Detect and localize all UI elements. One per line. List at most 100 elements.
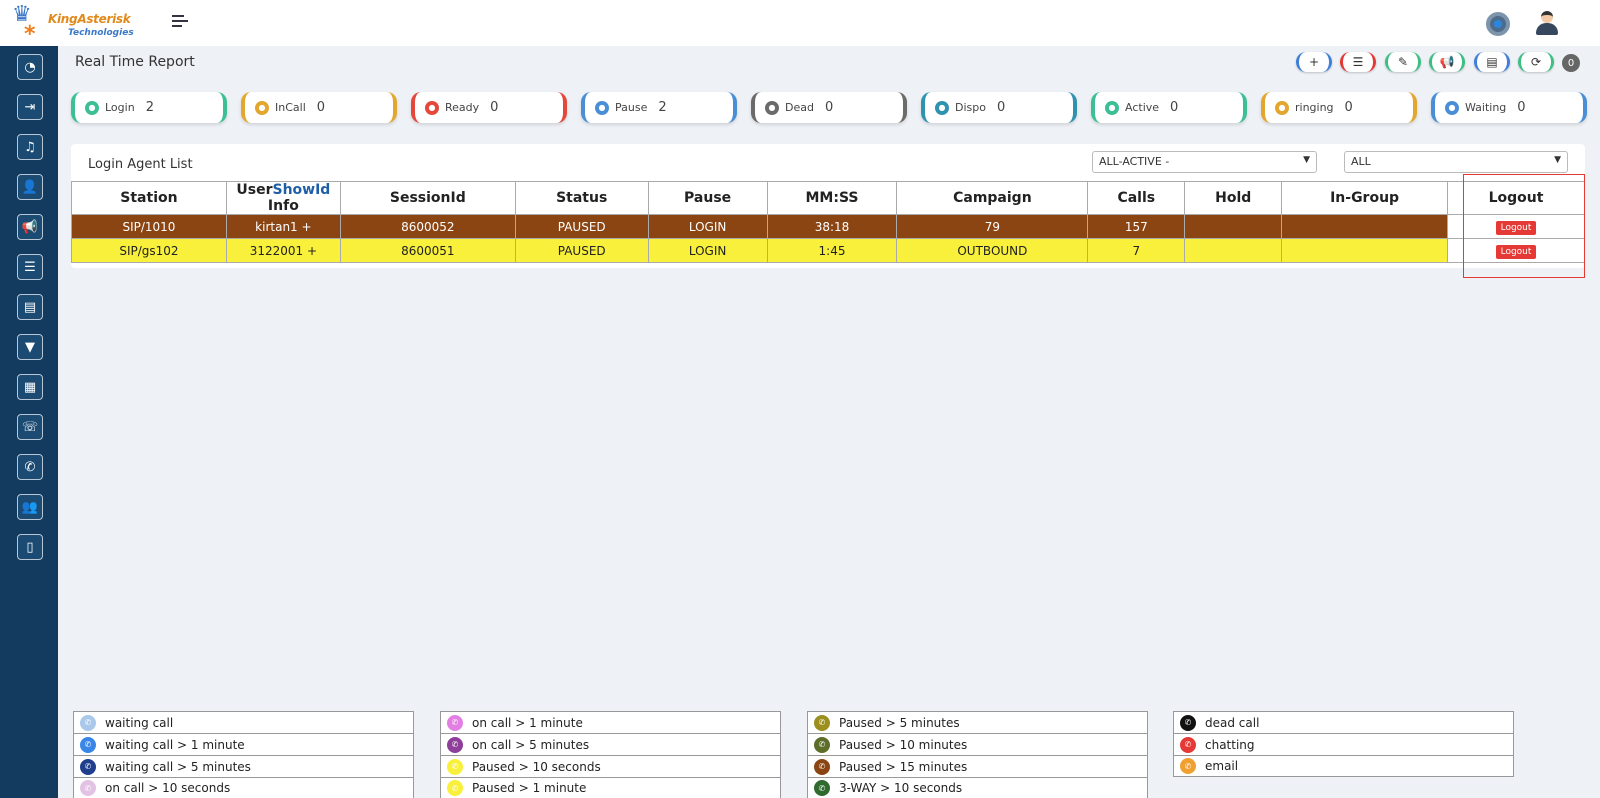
chevron-down-icon: ▼ <box>1303 155 1310 165</box>
refresh-button[interactable]: ⟳ <box>1518 52 1554 72</box>
menu-toggle-icon[interactable] <box>172 15 188 29</box>
stat-card-value: 2 <box>145 100 154 115</box>
col-hold[interactable]: Hold <box>1184 181 1283 215</box>
phone-settings-icon[interactable]: ☏ <box>17 414 43 440</box>
legend-status-icon: ✆ <box>447 736 463 753</box>
time-cell: 38:18 <box>766 214 898 239</box>
pause-cell: LOGIN <box>647 214 768 239</box>
col-calls[interactable]: Calls <box>1087 181 1186 215</box>
stat-card-ready[interactable]: ● Ready 0 <box>411 92 567 123</box>
hold-cell <box>1184 238 1283 263</box>
stat-card-label: Active <box>1125 101 1160 114</box>
add-button[interactable]: + <box>1296 52 1332 72</box>
phone-icon[interactable]: ✆ <box>17 454 43 480</box>
stat-card-dispo[interactable]: ● Dispo 0 <box>921 92 1077 123</box>
user-filter-value: ALL <box>1351 155 1371 168</box>
legend-column: ✆ dead call ✆ chatting ✆ email <box>1173 711 1514 777</box>
table-row[interactable]: SIP/1010 kirtan1 + 8600052 PAUSED LOGIN … <box>71 214 1585 239</box>
hold-cell <box>1184 214 1283 239</box>
stat-card-active[interactable]: ● Active 0 <box>1091 92 1247 123</box>
stat-card-login[interactable]: ● Login 2 <box>71 92 227 123</box>
dashboard-gauge-icon[interactable]: ◔ <box>17 54 43 80</box>
edit-button[interactable]: ✎ <box>1385 52 1421 72</box>
table-row[interactable]: SIP/gs102 3122001 + 8600051 PAUSED LOGIN… <box>71 238 1585 263</box>
table-header-row: Station UserShowId Info SessionId Status… <box>71 181 1585 215</box>
legend-label: waiting call > 1 minute <box>105 737 245 752</box>
legend-status-icon: ✆ <box>1180 714 1196 731</box>
show-id-link[interactable]: ShowId <box>273 182 331 198</box>
group-filter-select[interactable]: ALL-ACTIVE - ▼ <box>1092 151 1317 173</box>
stat-card-value: 0 <box>1344 100 1353 115</box>
stat-card-value: 0 <box>316 100 326 115</box>
login-icon[interactable]: ⇥ <box>17 94 43 120</box>
col-user-info[interactable]: UserShowId Info <box>225 181 341 215</box>
legend-label: Paused > 10 seconds <box>472 759 601 774</box>
user-filter-select[interactable]: ALL ▼ <box>1344 151 1568 173</box>
stat-card-ringing[interactable]: ● ringing 0 <box>1261 92 1417 123</box>
users-group-icon[interactable]: 👥 <box>17 494 43 520</box>
settings-gear-icon[interactable] <box>1486 12 1510 36</box>
col-station[interactable]: Station <box>71 181 227 215</box>
stat-card-value: 0 <box>824 100 834 115</box>
refresh-icon: ⟳ <box>1530 55 1542 69</box>
legend-status-icon: ✆ <box>814 758 830 775</box>
info-header-label: Info <box>267 198 299 214</box>
legend-label: waiting call <box>105 715 174 730</box>
agent-table: Station UserShowId Info SessionId Status… <box>71 181 1585 263</box>
legend-status-icon: ✆ <box>1180 736 1196 753</box>
calls-cell: 157 <box>1087 214 1186 239</box>
legend-label: dead call <box>1205 715 1260 730</box>
incall-icon: ● <box>255 100 269 115</box>
col-mmss[interactable]: MM:SS <box>766 181 898 215</box>
user-header-label: User <box>236 182 273 198</box>
megaphone-icon[interactable]: 📢 <box>17 214 43 240</box>
map-icon[interactable]: ▦ <box>17 374 43 400</box>
report-button[interactable]: ▤ <box>1474 52 1510 72</box>
reports-icon[interactable]: ▤ <box>17 294 43 320</box>
legend-status-icon: ✆ <box>80 736 96 753</box>
col-session[interactable]: SessionId <box>339 181 516 215</box>
brand-name: KingAsterisk <box>48 12 131 26</box>
panel-icon[interactable]: ▯ <box>17 534 43 560</box>
legend-item: ✆ Paused > 10 seconds <box>440 755 781 777</box>
sidebar: ◔ ⇥ ♫ 👤 📢 ☰ ▤ ▼ ▦ ☏ ✆ 👥 ▯ <box>0 46 58 798</box>
list-icon[interactable]: ☰ <box>17 254 43 280</box>
ready-icon: ● <box>425 100 439 115</box>
legend-item: ✆ email <box>1173 755 1514 777</box>
stat-card-value: 0 <box>490 100 499 115</box>
announce-button[interactable]: 📢 <box>1429 52 1465 72</box>
user-icon[interactable]: 👤 <box>17 174 43 200</box>
legend-label: Paused > 1 minute <box>472 781 587 795</box>
legend-status-icon: ✆ <box>447 714 463 731</box>
user-avatar-icon[interactable] <box>1534 10 1560 36</box>
stat-card-incall[interactable]: ● InCall 0 <box>241 92 397 123</box>
session-cell: 8600051 <box>339 238 516 263</box>
stat-card-label: Dead <box>785 101 814 114</box>
user-cell[interactable]: 3122001 + <box>225 238 341 263</box>
legend-status-icon: ✆ <box>80 758 96 775</box>
music-icon[interactable]: ♫ <box>17 134 43 160</box>
legend-status-icon: ✆ <box>1180 758 1196 774</box>
col-status[interactable]: Status <box>514 181 649 215</box>
stat-card-label: Waiting <box>1465 101 1507 114</box>
station-cell: SIP/1010 <box>71 214 227 239</box>
stat-card-pause[interactable]: ● Pause 2 <box>581 92 737 123</box>
brand-logo[interactable]: ♛ KingAsterisk * Technologies <box>8 2 134 47</box>
filter-icon[interactable]: ▼ <box>17 334 43 360</box>
col-campaign[interactable]: Campaign <box>896 181 1089 215</box>
legend-item: ✆ Paused > 15 minutes <box>807 755 1148 777</box>
legend-item: ✆ Paused > 10 minutes <box>807 733 1148 755</box>
stat-card-label: InCall <box>275 101 306 114</box>
legend-item: ✆ waiting call <box>73 711 414 733</box>
col-pause[interactable]: Pause <box>647 181 768 215</box>
user-cell[interactable]: kirtan1 + <box>225 214 341 239</box>
list-view-button[interactable]: ☰ <box>1340 52 1376 72</box>
legend-item: ✆ waiting call > 5 minutes <box>73 755 414 777</box>
stat-card-waiting[interactable]: ● Waiting 0 <box>1431 92 1587 123</box>
col-ingroup[interactable]: In-Group <box>1281 181 1449 215</box>
legend-label: Paused > 10 minutes <box>839 737 968 752</box>
legend-label: Paused > 5 minutes <box>839 715 960 730</box>
megaphone-icon: 📢 <box>1439 55 1455 69</box>
legend-item: ✆ on call > 1 minute <box>440 711 781 733</box>
stat-card-dead[interactable]: ● Dead 0 <box>751 92 907 123</box>
